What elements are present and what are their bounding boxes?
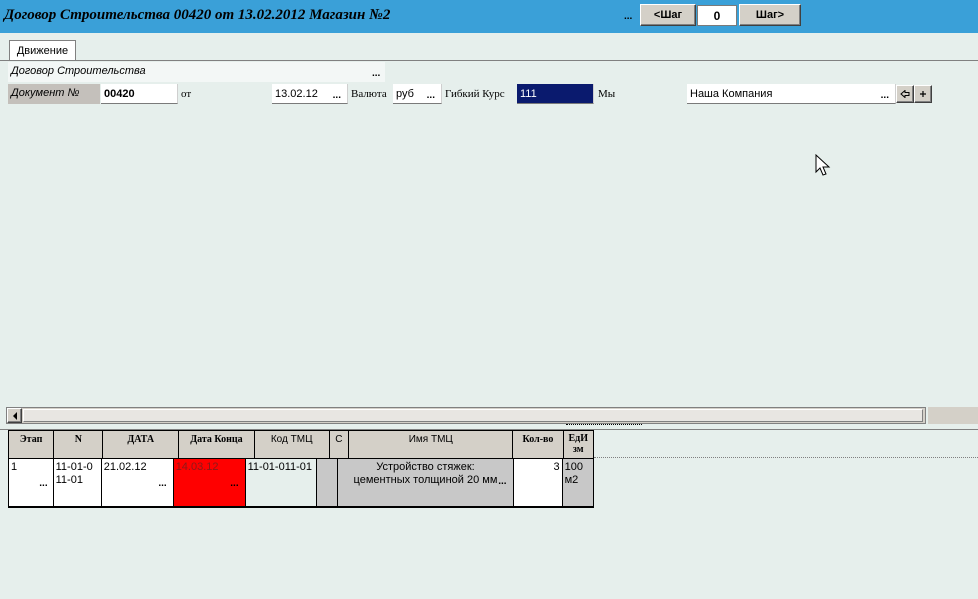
cell-end-date-value: 14.03.12	[175, 461, 219, 473]
currency-value: руб	[396, 87, 414, 100]
contract-type-value: Договор Строительства	[11, 65, 146, 77]
col-header-unit[interactable]: ЕдИ зм	[563, 431, 594, 459]
rate-label: Гибкий Курс	[445, 88, 505, 100]
currency-field[interactable]: руб ...	[393, 84, 442, 104]
cell-date[interactable]: 21.02.12 ...	[101, 459, 174, 506]
col-header-qty[interactable]: Кол-во	[513, 431, 564, 459]
cell-c[interactable]	[316, 459, 339, 506]
plus-button[interactable]	[914, 85, 932, 103]
scroll-thumb[interactable]	[23, 409, 923, 422]
window-title: Договор Строительства 00420 от 13.02.201…	[4, 7, 391, 23]
scrollbar-filler	[928, 407, 978, 424]
cell-stage-value: 1	[11, 461, 18, 473]
company-value: Наша Компания	[690, 87, 773, 100]
document-number-field[interactable]: 00420	[101, 84, 178, 104]
mouse-cursor-icon	[815, 154, 831, 176]
prev-step-button[interactable]: <Шаг	[640, 4, 696, 26]
next-step-button[interactable]: Шаг>	[739, 4, 801, 26]
col-header-end-date[interactable]: Дата Конца	[179, 431, 255, 459]
col-header-stage[interactable]: Этап	[9, 431, 55, 459]
scroll-left-button[interactable]	[7, 408, 22, 423]
col-header-n[interactable]: N	[54, 431, 104, 459]
cell-stage-ellipsis[interactable]: ...	[39, 479, 47, 489]
col-header-date[interactable]: ДАТА	[103, 431, 180, 459]
cell-name-value: Устройство стяжек: цементных толщиной 20…	[353, 461, 498, 486]
cell-code[interactable]: 11-01-011-01	[245, 459, 317, 506]
contract-type-ellipsis[interactable]: ...	[372, 69, 380, 79]
cell-stage[interactable]: 1 ...	[9, 459, 54, 506]
tab-movement[interactable]: Движение	[9, 40, 76, 60]
table-row[interactable]: 1 ... 11-01-0 11-01 21.02.12 ... 14.03.1…	[8, 459, 595, 508]
cell-name-ellipsis[interactable]: ...	[498, 477, 506, 487]
title-ellipsis: ...	[624, 11, 633, 22]
plus-icon	[920, 91, 926, 97]
document-number-label: Документ №	[11, 87, 80, 99]
cell-date-ellipsis[interactable]: ...	[158, 479, 166, 489]
we-label: Мы	[598, 88, 616, 100]
document-label-box: Документ №	[8, 84, 100, 104]
date-field[interactable]: 13.02.12 ...	[272, 84, 348, 104]
cell-name[interactable]: Устройство стяжек: цементных толщиной 20…	[338, 459, 514, 506]
rate-field[interactable]: 111	[517, 84, 594, 104]
grid-header: Этап N ДАТА Дата Конца Код ТМЦ С Имя ТМЦ…	[8, 430, 594, 459]
arrow-left-button[interactable]	[896, 85, 914, 103]
tab-divider	[0, 60, 978, 61]
cell-n[interactable]: 11-01-0 11-01	[53, 459, 102, 506]
date-value: 13.02.12	[275, 87, 318, 100]
contract-type-field[interactable]: Договор Строительства ...	[8, 62, 385, 82]
cell-end-date[interactable]: 14.03.12 ...	[173, 459, 246, 506]
company-ellipsis[interactable]: ...	[881, 91, 889, 101]
col-header-c[interactable]: С	[329, 431, 350, 459]
from-label: от	[181, 88, 192, 100]
currency-label: Валюта	[351, 88, 387, 100]
cell-qty[interactable]: 3	[513, 459, 563, 506]
horizontal-scrollbar[interactable]	[6, 407, 926, 424]
col-header-name[interactable]: Имя ТМЦ	[349, 431, 514, 459]
step-counter-field[interactable]: 0	[697, 5, 737, 26]
currency-ellipsis[interactable]: ...	[427, 91, 435, 101]
company-field[interactable]: Наша Компания ...	[687, 84, 896, 104]
column-splitter[interactable]	[566, 424, 642, 429]
scroll-left-icon	[12, 411, 17, 420]
cell-unit[interactable]: 100 м2	[562, 459, 595, 506]
date-ellipsis[interactable]: ...	[333, 91, 341, 101]
arrow-left-icon	[900, 90, 910, 98]
cell-date-value: 21.02.12	[103, 461, 147, 473]
col-header-code[interactable]: Код ТМЦ	[254, 431, 330, 459]
cell-end-date-ellipsis[interactable]: ...	[230, 479, 238, 489]
grid-header-extension	[594, 457, 978, 458]
